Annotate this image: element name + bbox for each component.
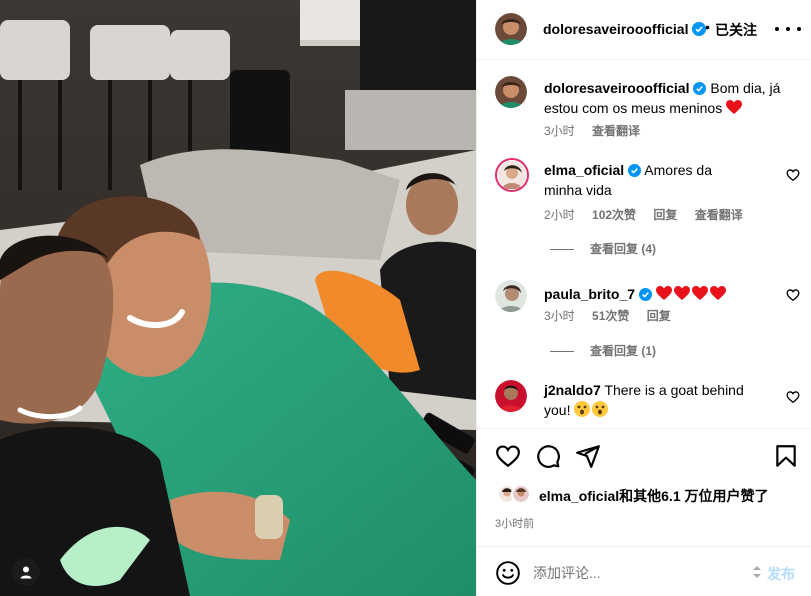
user-tag-glyph bbox=[20, 566, 32, 579]
comment-meta: 2小时 102次赞 回复 查看翻译 bbox=[544, 206, 757, 223]
view-replies-label[interactable]: 查看回复 (1) bbox=[590, 344, 656, 358]
add-comment-bar: 发布 bbox=[477, 546, 811, 596]
commenter-avatar[interactable] bbox=[495, 380, 527, 412]
comments-list[interactable]: doloresaveirooofficial Bom dia, já estou… bbox=[477, 60, 811, 428]
view-replies-label[interactable]: 查看回复 (4) bbox=[590, 242, 656, 256]
astonished-emoji-icon bbox=[574, 401, 591, 417]
commenter-avatar[interactable] bbox=[495, 280, 527, 312]
caption-avatar[interactable] bbox=[495, 76, 527, 108]
bookmark-icon[interactable] bbox=[773, 443, 799, 469]
post-time[interactable]: 3小时前 bbox=[495, 515, 534, 531]
post-comment-button[interactable]: 发布 bbox=[767, 564, 795, 584]
commenter-avatar[interactable] bbox=[495, 158, 529, 192]
post-photo-image bbox=[0, 0, 476, 596]
view-replies[interactable]: 查看回复 (4) bbox=[550, 240, 656, 257]
see-translation-link[interactable]: 查看翻译 bbox=[592, 124, 640, 138]
replies-divider bbox=[550, 249, 574, 251]
see-translation-link[interactable]: 查看翻译 bbox=[695, 208, 743, 222]
caption-username[interactable]: doloresaveirooofficial bbox=[544, 80, 689, 96]
verified-badge-icon bbox=[693, 82, 707, 95]
red-heart-emoji-icon bbox=[709, 286, 726, 300]
caption-time: 3小时 bbox=[544, 124, 575, 138]
author-username-text[interactable]: doloresaveirooofficial bbox=[543, 21, 688, 37]
red-heart-emoji-icon bbox=[691, 286, 708, 300]
heart-icon[interactable] bbox=[786, 288, 800, 302]
comment-text: paula_brito_7 bbox=[544, 284, 780, 304]
comment-text: j2naldo7 There is a goat behind you! bbox=[544, 380, 744, 420]
heart-icon[interactable] bbox=[786, 390, 800, 404]
comment-time: 2小时 bbox=[544, 208, 575, 222]
action-bar bbox=[477, 428, 811, 480]
author-avatar[interactable] bbox=[495, 13, 527, 45]
reply-link[interactable]: 回复 bbox=[647, 309, 671, 323]
heart-icon[interactable] bbox=[495, 443, 521, 469]
likes-summary[interactable]: elma_oficial和其他6.1 万位用户赞了 bbox=[497, 484, 807, 504]
reply-link[interactable]: 回复 bbox=[653, 208, 677, 222]
comment-likes[interactable]: 102次赞 bbox=[592, 208, 636, 222]
post-side-panel: doloresaveirooofficial • 已关注 doloresavei… bbox=[476, 0, 811, 596]
comment-username[interactable]: paula_brito_7 bbox=[544, 286, 635, 302]
heart-icon[interactable] bbox=[786, 168, 800, 182]
comment-text: elma_oficial Amores da minha vida bbox=[544, 160, 744, 200]
post-photo[interactable] bbox=[0, 0, 476, 596]
post-header: doloresaveirooofficial • 已关注 bbox=[477, 0, 811, 60]
verified-badge-icon bbox=[628, 164, 642, 177]
comment-input[interactable] bbox=[533, 563, 743, 583]
emoji-icon[interactable] bbox=[495, 560, 521, 586]
comment-username[interactable]: elma_oficial bbox=[544, 162, 624, 178]
liker-avatar bbox=[511, 484, 531, 504]
more-icon[interactable] bbox=[775, 24, 801, 34]
comment-likes[interactable]: 51次赞 bbox=[592, 309, 629, 323]
verified-badge-icon bbox=[639, 288, 653, 301]
author-username[interactable]: doloresaveirooofficial bbox=[543, 21, 707, 37]
share-icon[interactable] bbox=[575, 443, 601, 469]
resize-handle-icon bbox=[753, 566, 761, 578]
comment-icon[interactable] bbox=[535, 443, 561, 469]
comment-username[interactable]: j2naldo7 bbox=[544, 382, 601, 398]
comment-meta: 3小时 51次赞 回复 bbox=[544, 307, 685, 324]
following-button[interactable]: 已关注 bbox=[715, 20, 757, 40]
likes-summary-text[interactable]: elma_oficial和其他6.1 万位用户赞了 bbox=[539, 486, 769, 506]
astonished-emoji-icon bbox=[592, 401, 609, 417]
caption-text: doloresaveirooofficial Bom dia, já estou… bbox=[544, 78, 784, 118]
red-heart-emoji-icon bbox=[673, 286, 690, 300]
replies-divider bbox=[550, 351, 574, 353]
header-separator: • bbox=[705, 19, 710, 35]
red-heart-emoji-icon bbox=[726, 100, 743, 114]
red-heart-emoji-icon bbox=[655, 286, 672, 300]
view-replies[interactable]: 查看回复 (1) bbox=[550, 342, 656, 359]
caption-meta: 3小时 查看翻译 bbox=[544, 122, 654, 139]
user-tag-icon[interactable] bbox=[12, 558, 40, 586]
comment-time: 3小时 bbox=[544, 309, 575, 323]
